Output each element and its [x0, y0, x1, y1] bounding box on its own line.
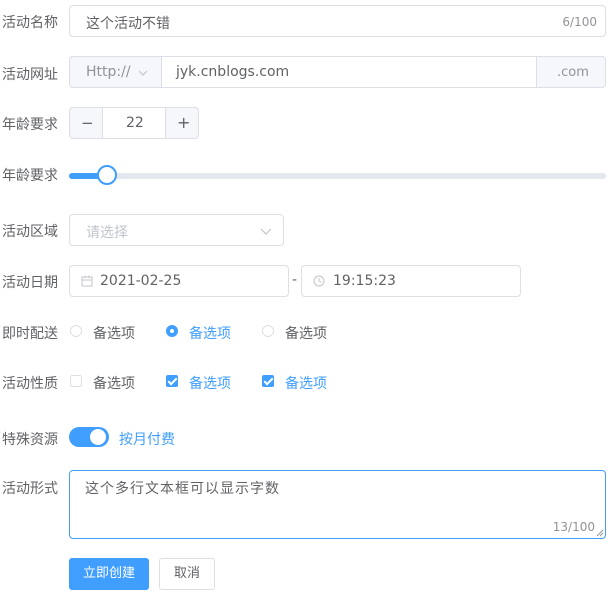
age-slider-label: 年龄要求: [2, 168, 58, 184]
nature-label: 活动性质: [2, 376, 58, 392]
create-button[interactable]: 立即创建: [69, 558, 149, 590]
region-placeholder: 请选择: [86, 225, 128, 241]
nature-checkbox-3-label: 备选项: [285, 376, 327, 392]
checkbox-checked-icon: [166, 375, 178, 387]
protocol-select[interactable]: Http://: [69, 56, 161, 88]
url-suffix: .com: [536, 56, 606, 88]
switch-knob: [90, 429, 106, 445]
resource-label: 特殊资源: [2, 432, 58, 448]
date-picker[interactable]: 2021-02-25: [69, 265, 289, 297]
time-picker[interactable]: 19:15:23: [301, 265, 521, 297]
nature-checkbox-3[interactable]: 备选项: [261, 368, 351, 394]
date-value: 2021-02-25: [100, 273, 182, 289]
time-value: 19:15:23: [333, 273, 396, 289]
age-decrement-button[interactable]: −: [69, 107, 103, 139]
chevron-down-icon: [138, 70, 148, 76]
resize-handle-icon[interactable]: [596, 529, 604, 537]
nature-checkbox-1-label: 备选项: [93, 376, 135, 392]
form-text-label: 活动形式: [2, 481, 58, 497]
checkbox-box: [70, 375, 82, 387]
url-input-value: jyk.cnblogs.com: [176, 64, 290, 80]
nature-checkbox-1[interactable]: 备选项: [69, 368, 159, 394]
minus-icon: −: [81, 114, 94, 132]
protocol-value: Http://: [86, 64, 131, 80]
date-label: 活动日期: [2, 275, 58, 291]
age-increment-button[interactable]: +: [165, 107, 199, 139]
name-input[interactable]: 这个活动不错 6/100: [69, 5, 606, 37]
nature-checkbox-2-label: 备选项: [189, 376, 231, 392]
delivery-radio-1[interactable]: 备选项: [69, 318, 159, 344]
form-textarea[interactable]: 这个多行文本框可以显示字数 13/100: [69, 470, 606, 539]
radio-circle-selected: [166, 325, 178, 337]
age-stepper-value[interactable]: 22: [126, 115, 144, 131]
delivery-radio-1-label: 备选项: [93, 326, 135, 342]
cancel-button[interactable]: 取消: [159, 558, 215, 590]
age-slider-handle[interactable]: [97, 165, 117, 185]
name-input-value: 这个活动不错: [86, 16, 170, 32]
name-label: 活动名称: [2, 15, 58, 31]
form-textarea-count: 13/100: [552, 520, 595, 534]
form-textarea-value: 这个多行文本框可以显示字数: [85, 481, 280, 497]
calendar-icon: [81, 275, 93, 287]
clock-icon: [313, 275, 325, 287]
region-select[interactable]: 请选择: [69, 214, 284, 246]
delivery-radio-2[interactable]: 备选项: [165, 318, 255, 344]
delivery-radio-2-label: 备选项: [189, 326, 231, 342]
name-char-count: 6/100: [562, 15, 597, 29]
checkbox-checked-icon: [262, 375, 274, 387]
age-slider-track[interactable]: [69, 165, 606, 185]
radio-circle: [262, 325, 274, 337]
url-label: 活动网址: [2, 67, 58, 83]
url-suffix-text: .com: [557, 65, 589, 80]
delivery-radio-3-label: 备选项: [285, 326, 327, 342]
delivery-radio-3[interactable]: 备选项: [261, 318, 351, 344]
resource-switch-label: 按月付费: [119, 432, 175, 448]
region-label: 活动区域: [2, 224, 58, 240]
age-stepper: − 22 +: [69, 107, 199, 139]
url-input[interactable]: jyk.cnblogs.com: [161, 56, 537, 88]
radio-circle: [70, 325, 82, 337]
age-stepper-label: 年龄要求: [2, 117, 58, 133]
nature-checkbox-2[interactable]: 备选项: [165, 368, 255, 394]
delivery-label: 即时配送: [2, 326, 58, 342]
chevron-down-icon: [260, 228, 272, 235]
plus-icon: +: [177, 113, 191, 132]
date-separator: -: [292, 272, 298, 288]
resource-switch[interactable]: [69, 427, 109, 447]
